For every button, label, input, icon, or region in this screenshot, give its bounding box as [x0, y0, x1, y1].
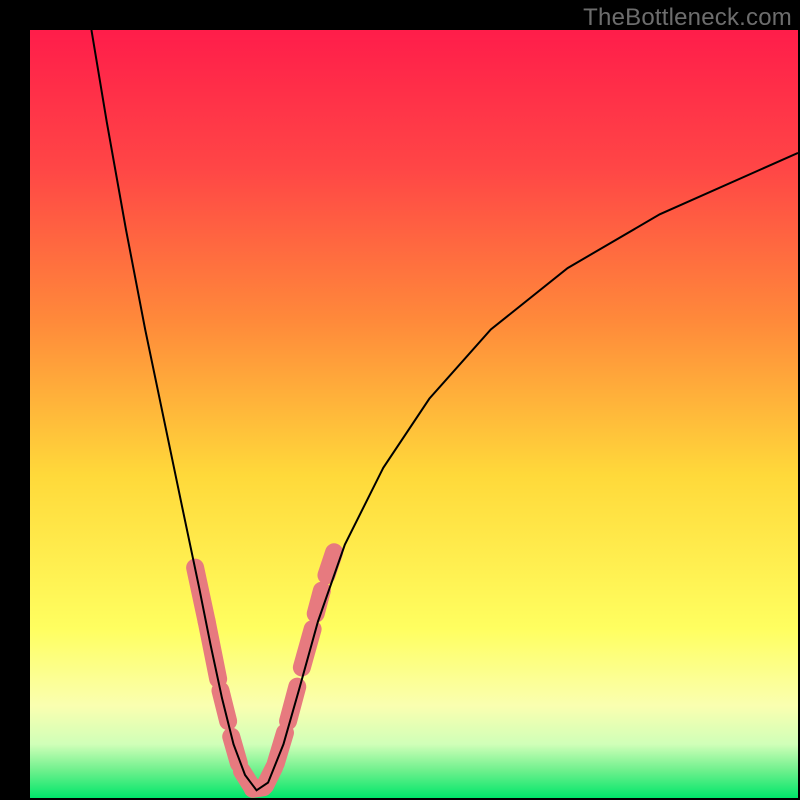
- chart-svg: [30, 30, 798, 798]
- outer-frame: TheBottleneck.com: [0, 0, 800, 800]
- plot-area: [30, 30, 798, 798]
- highlight-segment: [326, 552, 334, 575]
- watermark-text: TheBottleneck.com: [583, 4, 792, 32]
- gradient-background: [30, 30, 798, 798]
